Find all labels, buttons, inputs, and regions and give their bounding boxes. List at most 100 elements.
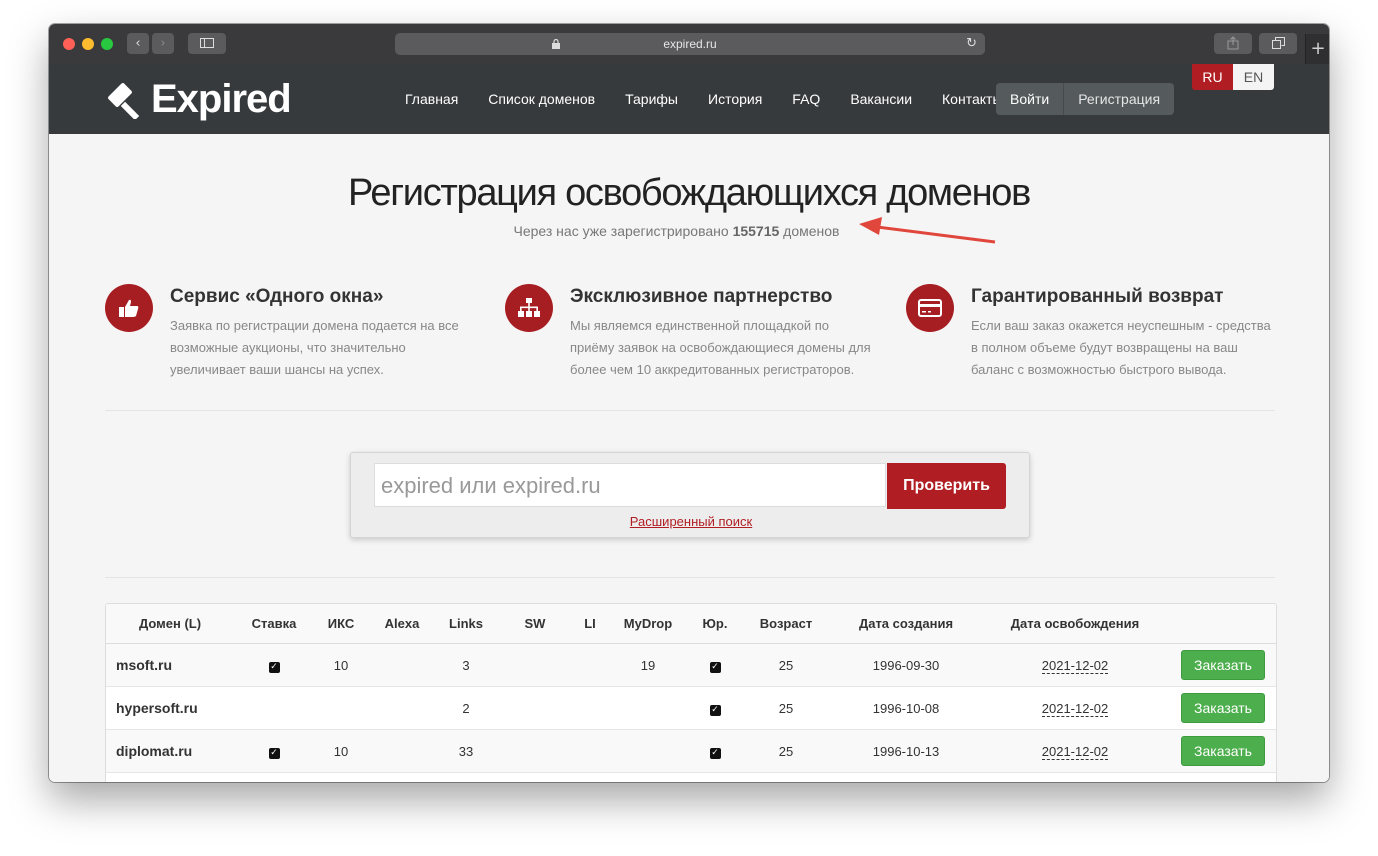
page-subtitle: Через нас уже зарегистрировано 155715 до… xyxy=(49,223,1304,239)
table-header-row: Домен (L) Ставка ИКС Alexa Links SW LI M… xyxy=(106,604,1276,644)
site-header: Expired Главная Список доменов Тарифы Ис… xyxy=(49,64,1329,134)
share-button[interactable] xyxy=(1214,33,1252,54)
nav-link-jobs[interactable]: Вакансии xyxy=(850,91,912,107)
address-bar[interactable]: expired.ru ↻ xyxy=(395,33,985,55)
alexa-cell xyxy=(368,643,436,687)
column-header-legal[interactable]: Юр. xyxy=(690,604,740,644)
released-date[interactable]: 2021-12-02 xyxy=(1041,657,1109,674)
released-date[interactable]: 2021-12-02 xyxy=(1041,743,1109,760)
column-header-mydrop[interactable]: MyDrop xyxy=(606,604,690,644)
language-switcher: RU EN xyxy=(1192,64,1274,90)
action-cell: Заказать xyxy=(1170,729,1276,773)
column-header-sw[interactable]: SW xyxy=(496,604,574,644)
divider xyxy=(105,410,1275,411)
domain-cell[interactable]: diplomat.ru xyxy=(106,729,234,773)
logo[interactable]: Expired xyxy=(105,76,292,122)
credit-card-icon xyxy=(918,299,942,317)
subtitle-suffix: доменов xyxy=(779,223,840,239)
order-button[interactable]: Заказать xyxy=(1181,693,1265,723)
nav-link-home[interactable]: Главная xyxy=(405,91,458,107)
sidebar-button[interactable] xyxy=(188,33,226,54)
age-cell: 25 xyxy=(740,729,832,773)
subtitle-prefix: Через нас уже зарегистрировано xyxy=(513,223,733,239)
domains-table: Домен (L) Ставка ИКС Alexa Links SW LI M… xyxy=(105,603,1277,782)
order-button[interactable]: Заказать xyxy=(1181,650,1265,680)
close-window-button[interactable] xyxy=(63,38,75,50)
annotation-arrow-icon xyxy=(859,217,996,244)
column-header-created[interactable]: Дата создания xyxy=(832,604,980,644)
reload-icon[interactable]: ↻ xyxy=(966,33,977,55)
sw-cell xyxy=(496,686,574,730)
nav-link-pricing[interactable]: Тарифы xyxy=(625,91,678,107)
legal-cell: ✓ xyxy=(690,729,740,773)
chevron-right-icon: › xyxy=(160,36,166,51)
feature-icon-circle xyxy=(505,284,553,332)
lang-en-button[interactable]: EN xyxy=(1233,64,1274,90)
feature-description: Мы являемся единственной площадкой по пр… xyxy=(570,318,871,377)
created-cell: 1996-10-08 xyxy=(832,686,980,730)
main-content: Регистрация освобождающихся доменов Чере… xyxy=(49,134,1329,782)
nav-link-faq[interactable]: FAQ xyxy=(792,91,820,107)
domain-cell[interactable]: hypersoft.ru xyxy=(106,686,234,730)
feature-icon-circle xyxy=(105,284,153,332)
check-domain-button[interactable]: Проверить xyxy=(887,463,1006,509)
chevron-left-icon: ‹ xyxy=(135,36,141,51)
alexa-cell xyxy=(368,729,436,773)
sidebar-icon xyxy=(200,38,214,48)
domain-search-panel: expired или expired.ru Проверить Расшире… xyxy=(350,452,1030,538)
zoom-window-button[interactable] xyxy=(101,38,113,50)
browser-window: ‹ › expired.ru ↻ + Expired Главная Списо… xyxy=(49,24,1329,782)
browser-toolbar: ‹ › expired.ru ↻ + xyxy=(49,24,1329,64)
bid-cell xyxy=(234,686,314,730)
nav-link-domain-list[interactable]: Список доменов xyxy=(488,91,595,107)
checked-icon: ✓ xyxy=(709,662,721,673)
divider xyxy=(105,577,1275,578)
nav-link-contacts[interactable]: Контакты xyxy=(942,91,1002,107)
mydrop-cell xyxy=(606,729,690,773)
feature-icon-circle xyxy=(906,284,954,332)
iks-cell: 10 xyxy=(314,643,368,687)
page-title: Регистрация освобождающихся доменов xyxy=(348,172,1031,214)
tabs-overview-button[interactable] xyxy=(1259,33,1297,54)
nav-link-history[interactable]: История xyxy=(708,91,762,107)
new-tab-button[interactable]: + xyxy=(1305,34,1329,64)
register-button[interactable]: Регистрация xyxy=(1063,83,1174,115)
login-button[interactable]: Войти xyxy=(996,83,1063,115)
lang-ru-button[interactable]: RU xyxy=(1192,64,1233,90)
domain-cell[interactable]: msoft.ru xyxy=(106,643,234,687)
checked-icon: ✓ xyxy=(709,705,721,716)
column-header-li[interactable]: LI xyxy=(574,604,606,644)
links-cell: 3 xyxy=(436,643,496,687)
action-cell: Заказать xyxy=(1170,643,1276,687)
column-header-age[interactable]: Возраст xyxy=(740,604,832,644)
column-header-iks[interactable]: ИКС xyxy=(314,604,368,644)
domain-search-input[interactable]: expired или expired.ru xyxy=(374,463,886,507)
forward-button[interactable]: › xyxy=(152,33,174,54)
checked-icon: ✓ xyxy=(268,748,280,759)
released-cell: 2021-12-02 xyxy=(980,686,1170,730)
column-header-links[interactable]: Links xyxy=(436,604,496,644)
order-button[interactable]: Заказать xyxy=(1181,736,1265,766)
released-date[interactable]: 2021-12-02 xyxy=(1041,700,1109,717)
column-header-bid[interactable]: Ставка xyxy=(234,604,314,644)
feature-description: Если ваш заказ окажется неуспешным - сре… xyxy=(971,318,1271,377)
released-cell: 2021-12-02 xyxy=(980,729,1170,773)
age-cell: 25 xyxy=(740,643,832,687)
column-header-released[interactable]: Дата освобождения xyxy=(980,604,1170,644)
table-row: hypersoft.ru 2 ✓ 25 1996-10-08 2021-12-0… xyxy=(106,686,1276,730)
created-cell: 1996-09-30 xyxy=(832,643,980,687)
advanced-search-link[interactable]: Расширенный поиск xyxy=(351,514,1031,529)
thumbs-up-icon xyxy=(119,299,139,317)
column-header-domain[interactable]: Домен (L) xyxy=(106,604,234,644)
minimize-window-button[interactable] xyxy=(82,38,94,50)
url-text: expired.ru xyxy=(663,37,717,51)
mydrop-cell: 19 xyxy=(606,643,690,687)
back-button[interactable]: ‹ xyxy=(127,33,149,54)
column-header-alexa[interactable]: Alexa xyxy=(368,604,436,644)
created-cell: 1996-10-13 xyxy=(832,729,980,773)
sw-cell xyxy=(496,729,574,773)
links-cell: 33 xyxy=(436,729,496,773)
links-cell: 2 xyxy=(436,686,496,730)
bid-cell: ✓ xyxy=(234,643,314,687)
feature-title: Эксклюзивное партнерство xyxy=(570,286,833,307)
